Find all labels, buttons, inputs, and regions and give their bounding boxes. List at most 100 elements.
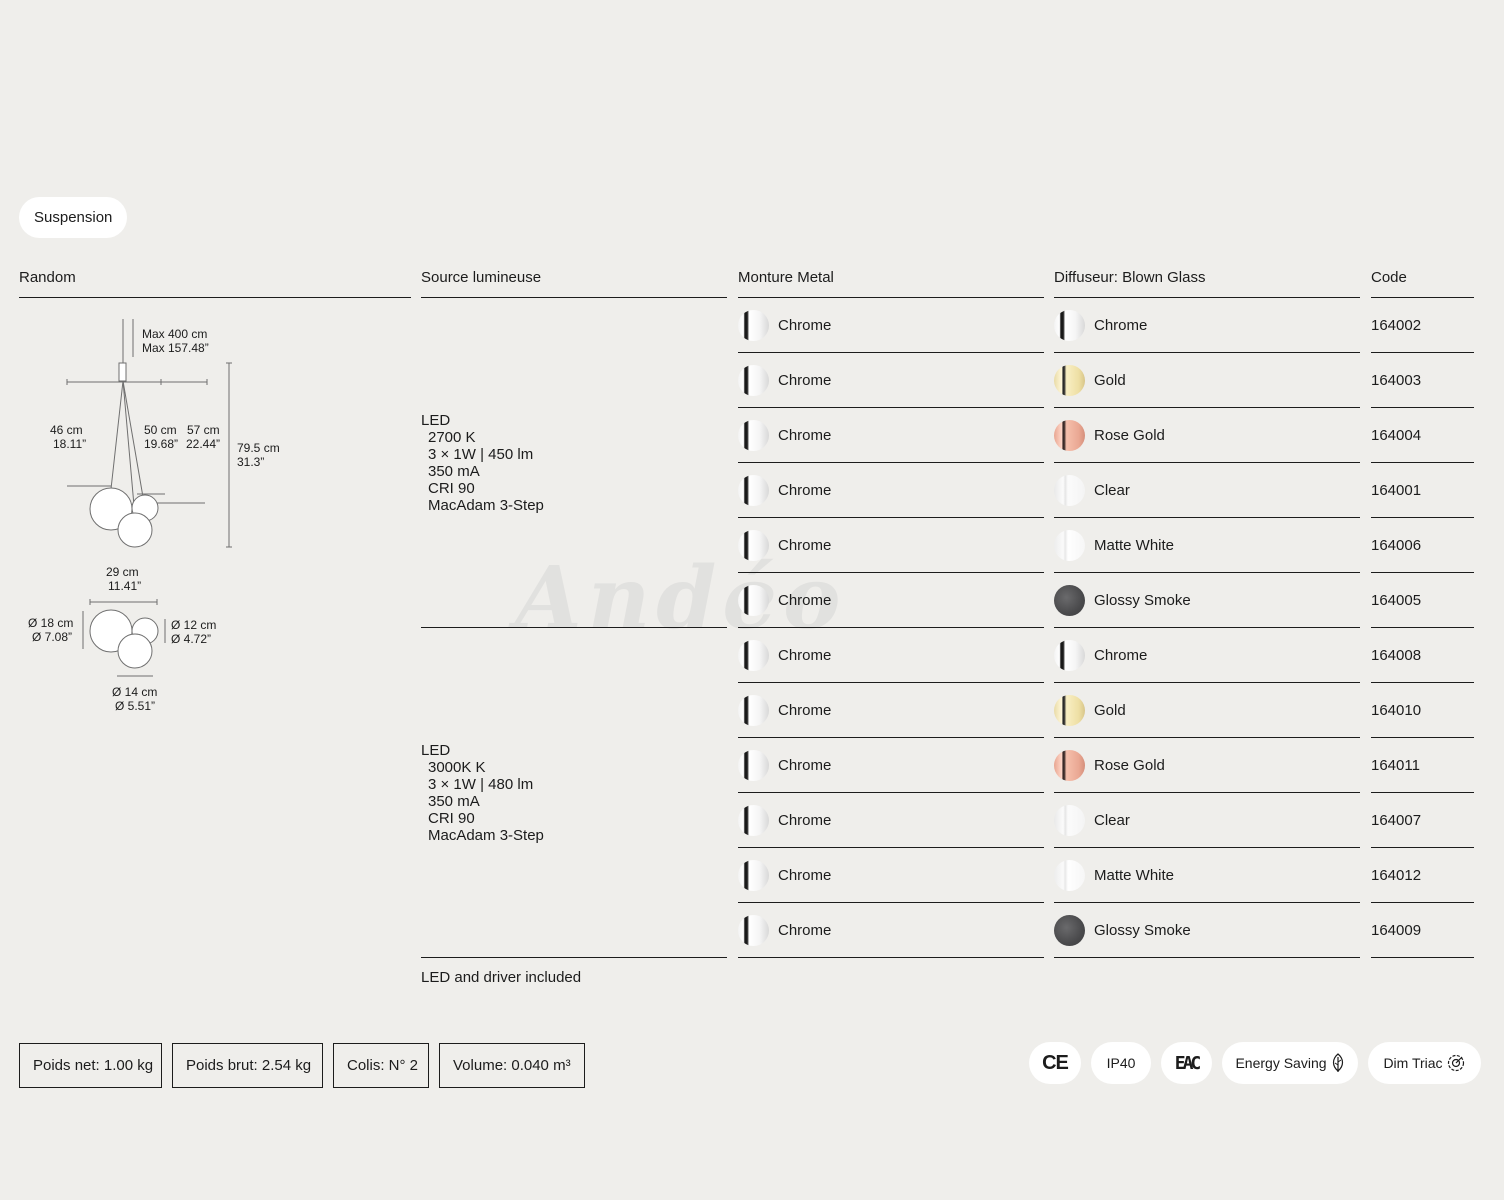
header-random: Random	[19, 269, 411, 298]
dim-795-in: 31.3”	[237, 455, 264, 469]
eac-badge: EAC	[1161, 1042, 1212, 1084]
table-row-diffuseur: Gold	[1054, 353, 1360, 408]
source-line: MacAdam 3-Step	[428, 827, 544, 844]
dim-max-cm: Max 400 cm	[142, 327, 207, 341]
chrome-swatch-icon	[738, 529, 769, 561]
monture-label: Chrome	[778, 811, 832, 829]
chrome-swatch-icon	[738, 859, 769, 891]
white-swatch-icon	[1054, 529, 1085, 561]
chrome-swatch-icon	[1054, 309, 1085, 341]
table-row-monture: Chrome	[738, 408, 1044, 463]
dim-57-in: 22.44”	[186, 437, 220, 451]
table-row-monture: Chrome	[738, 353, 1044, 408]
source-line: 3 × 1W | 450 lm	[428, 446, 534, 463]
leaf-icon	[1332, 1053, 1343, 1072]
table-row-monture: Chrome	[738, 298, 1044, 353]
dimension-diagram: Max 400 cm Max 157.48” 46 cm 18.11” 50 c…	[28, 319, 280, 713]
table-row-code: 164008	[1371, 628, 1474, 683]
table-row-monture: Chrome	[738, 683, 1044, 738]
table-row-monture: Chrome	[738, 628, 1044, 683]
diffuseur-label: Clear	[1094, 481, 1130, 499]
source-line: 3 × 1W | 480 lm	[428, 776, 534, 793]
monture-label: Chrome	[778, 591, 832, 609]
table-row-diffuseur: Gold	[1054, 683, 1360, 738]
dim-50-in: 19.68”	[144, 437, 178, 451]
table-row-monture: Chrome	[738, 903, 1044, 958]
chrome-swatch-icon	[738, 309, 769, 341]
source-line: 2700 K	[428, 429, 476, 446]
table-row-monture: Chrome	[738, 793, 1044, 848]
chrome-swatch-icon	[738, 364, 769, 396]
gold-swatch-icon	[1054, 364, 1085, 396]
source-line: MacAdam 3-Step	[428, 497, 544, 514]
table-row-diffuseur: Glossy Smoke	[1054, 573, 1360, 628]
chrome-swatch-icon	[738, 419, 769, 451]
product-code: 164008	[1371, 646, 1422, 664]
table-row-diffuseur: Chrome	[1054, 628, 1360, 683]
dim-50-cm: 50 cm	[144, 423, 177, 437]
chrome-swatch-icon	[738, 639, 769, 671]
dim-795-cm: 79.5 cm	[237, 441, 280, 455]
table-row-code: 164007	[1371, 793, 1474, 848]
product-code: 164012	[1371, 866, 1422, 884]
white-swatch-icon	[1054, 859, 1085, 891]
table-row-monture: Chrome	[738, 738, 1044, 793]
diffuseur-label: Matte White	[1094, 536, 1175, 554]
table-row-code: 164009	[1371, 903, 1474, 958]
product-code: 164001	[1371, 481, 1422, 499]
source-line: 3000K K	[428, 759, 486, 776]
diffuseur-label: Glossy Smoke	[1094, 591, 1191, 609]
clear-swatch-icon	[1054, 474, 1085, 506]
monture-label: Chrome	[778, 701, 832, 719]
energy-saving-label: Energy Saving	[1235, 1055, 1327, 1071]
diffuseur-label: Matte White	[1094, 866, 1175, 884]
dim-max-in: Max 157.48”	[142, 341, 209, 355]
table-row-diffuseur: Rose Gold	[1054, 738, 1360, 793]
dim-triac-label: Dim Triac	[1383, 1055, 1443, 1071]
diffuseur-label: Chrome	[1094, 316, 1148, 334]
chrome-swatch-icon	[738, 584, 769, 616]
chrome-swatch-icon	[738, 914, 769, 946]
table-row-diffuseur: Chrome	[1054, 298, 1360, 353]
monture-label: Chrome	[778, 371, 832, 389]
source-block-2700k: LED 2700 K 3 × 1W | 450 lm 350 mA CRI 90…	[421, 298, 727, 628]
dim-o14-cm: Ø 14 cm	[112, 685, 157, 699]
source-block-3000k: LED 3000K K 3 × 1W | 480 lm 350 mA CRI 9…	[421, 628, 727, 958]
dim-57-cm: 57 cm	[187, 423, 220, 437]
diffuseur-label: Clear	[1094, 811, 1130, 829]
monture-label: Chrome	[778, 866, 832, 884]
header-source: Source lumineuse	[421, 269, 727, 298]
product-code: 164011	[1371, 756, 1420, 774]
table-row-code: 164001	[1371, 463, 1474, 518]
chrome-swatch-icon	[738, 694, 769, 726]
monture-label: Chrome	[778, 481, 832, 499]
ce-badge: CE	[1029, 1042, 1081, 1084]
header-diffuseur: Diffuseur: Blown Glass	[1054, 269, 1360, 298]
header-code: Code	[1371, 269, 1474, 298]
diffuseur-label: Rose Gold	[1094, 426, 1165, 444]
product-code: 164010	[1371, 701, 1422, 719]
monture-label: Chrome	[778, 646, 832, 664]
dim-46-cm: 46 cm	[50, 423, 83, 437]
dim-29-in: 11.41”	[108, 579, 141, 593]
source-type: LED	[421, 412, 451, 429]
product-code: 164002	[1371, 316, 1422, 334]
product-code: 164004	[1371, 426, 1422, 444]
diffuseur-label: Gold	[1094, 701, 1126, 719]
source-line: 350 mA	[428, 793, 480, 810]
tab-suspension[interactable]: Suspension	[19, 197, 128, 238]
diffuseur-label: Gold	[1094, 371, 1126, 389]
diffuseur-label: Chrome	[1094, 646, 1148, 664]
header-monture: Monture Metal	[738, 269, 1044, 298]
dim-o18-in: Ø 7.08”	[32, 630, 72, 644]
product-code: 164007	[1371, 811, 1422, 829]
source-line: 350 mA	[428, 463, 480, 480]
table-row-code: 164006	[1371, 518, 1474, 573]
diffuseur-label: Rose Gold	[1094, 756, 1165, 774]
source-type: LED	[421, 742, 451, 759]
product-code: 164009	[1371, 921, 1422, 939]
included-note: LED and driver included	[421, 969, 582, 986]
source-line: CRI 90	[428, 480, 475, 497]
table-row-code: 164012	[1371, 848, 1474, 903]
diffuseur-label: Glossy Smoke	[1094, 921, 1191, 939]
